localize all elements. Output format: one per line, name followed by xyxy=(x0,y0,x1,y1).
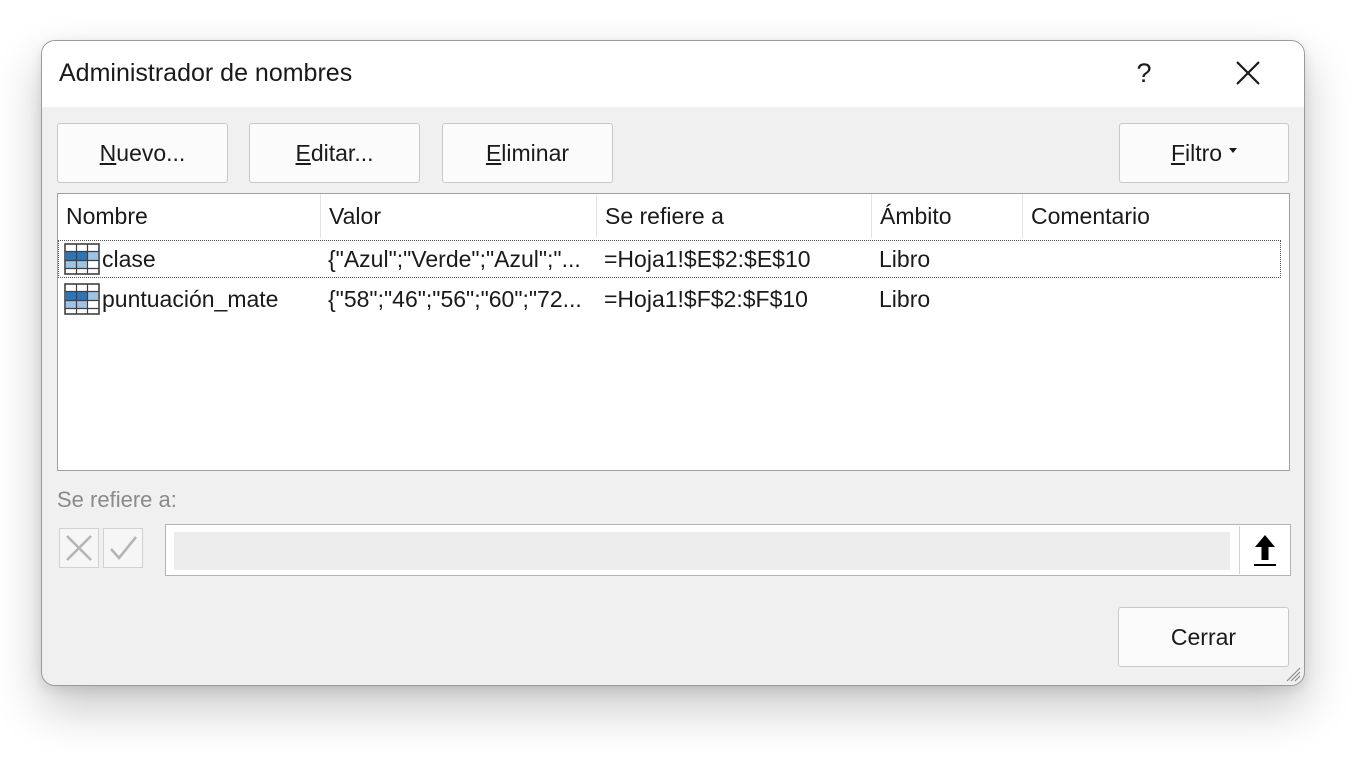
edit-button-accel: E xyxy=(295,139,311,166)
refers-to-field xyxy=(165,524,1291,576)
column-header-refers-to[interactable]: Se refiere a xyxy=(597,194,872,238)
filter-button-accel: F xyxy=(1170,139,1185,166)
close-button[interactable]: Cerrar xyxy=(1118,607,1289,667)
column-header-comment[interactable]: Comentario xyxy=(1023,194,1283,238)
cancel-formula-button[interactable] xyxy=(59,528,99,568)
table-row[interactable]: clase {"Azul";"Verde";"Azul";"... =Hoja1… xyxy=(58,240,1281,278)
new-button-label: uevo... xyxy=(116,139,186,166)
row-refers-to: =Hoja1!$E$2:$E$10 xyxy=(604,245,811,272)
names-list[interactable]: Nombre Valor Se refiere a Ámbito Comenta… xyxy=(57,193,1290,471)
filter-button-label: iltro xyxy=(1185,139,1223,166)
collapse-dialog-button[interactable] xyxy=(1239,526,1289,574)
refers-to-input[interactable] xyxy=(174,532,1230,570)
arrow-up-icon xyxy=(1253,535,1276,566)
filter-button[interactable]: Filtro xyxy=(1119,123,1289,183)
refers-to-label: Se refiere a: xyxy=(57,487,177,512)
close-icon xyxy=(1236,61,1260,85)
delete-button[interactable]: Eliminar xyxy=(442,123,613,183)
new-button[interactable]: Nuevo... xyxy=(57,123,228,183)
help-icon: ? xyxy=(1136,57,1152,88)
name-manager-dialog: Administrador de nombres ? Nuevo... Edit… xyxy=(41,40,1305,686)
resize-grip-icon[interactable] xyxy=(1283,664,1301,682)
delete-button-accel: E xyxy=(485,139,502,166)
row-comment xyxy=(1030,240,1270,278)
dialog-title: Administrador de nombres xyxy=(59,59,353,87)
close-button-label: Cerrar xyxy=(1170,623,1237,650)
column-header-value[interactable]: Valor xyxy=(321,194,597,238)
row-value: {"Azul";"Verde";"Azul";"... xyxy=(328,245,581,272)
row-name: clase xyxy=(102,245,156,272)
row-refers-to: =Hoja1!$F$2:$F$10 xyxy=(604,285,808,312)
row-value: {"58";"46";"56";"60";"72... xyxy=(328,285,582,312)
cancel-x-icon xyxy=(66,535,92,561)
close-window-button[interactable] xyxy=(1226,53,1270,93)
checkmark-icon xyxy=(110,536,138,561)
row-scope: Libro xyxy=(879,245,931,272)
column-header-name[interactable]: Nombre xyxy=(58,194,321,238)
chevron-down-icon xyxy=(1229,147,1238,153)
confirm-formula-button[interactable] xyxy=(103,528,143,568)
row-name: puntuación_mate xyxy=(102,285,279,312)
delete-button-label: liminar xyxy=(501,139,570,166)
column-header-scope[interactable]: Ámbito xyxy=(872,194,1023,238)
edit-button-label: ditar... xyxy=(310,139,374,166)
row-comment xyxy=(1030,280,1270,318)
title-bar: Administrador de nombres ? xyxy=(42,41,1304,107)
row-scope: Libro xyxy=(879,285,931,312)
edit-button[interactable]: Editar... xyxy=(249,123,420,183)
table-row[interactable]: puntuación_mate {"58";"46";"56";"60";"72… xyxy=(58,280,1289,318)
new-button-accel: N xyxy=(99,139,117,166)
table-name-icon xyxy=(64,243,100,275)
table-name-icon xyxy=(64,283,100,315)
help-button[interactable]: ? xyxy=(1124,51,1164,95)
